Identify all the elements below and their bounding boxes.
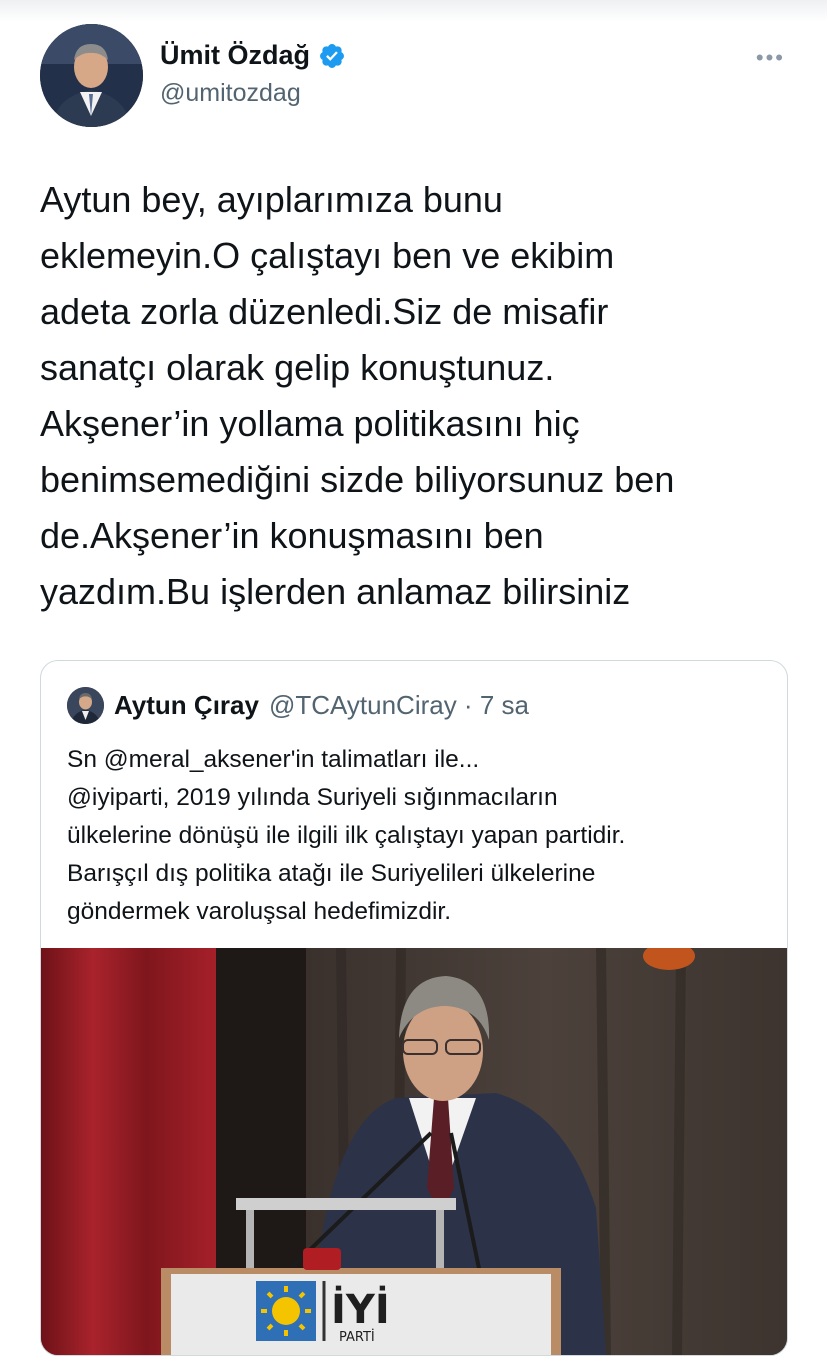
quoted-tweet-text: Sn @meral_aksener'in talimatları ile... … <box>67 741 767 931</box>
quoted-author-avatar[interactable] <box>67 687 104 724</box>
podium-logo-subtext: PARTİ <box>339 1329 375 1345</box>
tweet-line: Akşener’in yollama politikasını hiç <box>40 403 580 444</box>
quoted-tweet-header: Aytun Çıray @TCAytunCiray · 7 sa <box>67 687 529 724</box>
author-name[interactable]: Ümit Özdağ <box>160 40 310 71</box>
tweet-line: yazdım.Bu işlerden anlamaz bilirsiniz <box>40 571 631 612</box>
tweet-line: de.Akşener’in konuşmasını ben <box>40 515 544 556</box>
author-avatar[interactable] <box>40 24 143 127</box>
quoted-line: @iyiparti, 2019 yılında Suriyeli sığınma… <box>67 784 558 811</box>
more-options-icon[interactable]: ••• <box>756 45 785 71</box>
author-handle[interactable]: @umitozdag <box>160 79 346 108</box>
tweet-line: eklemeyin.O çalıştayı ben ve ekibim <box>40 235 615 276</box>
quoted-media-image[interactable]: İYİ PARTİ <box>41 942 787 1355</box>
quoted-tweet-card[interactable]: Aytun Çıray @TCAytunCiray · 7 sa Sn @mer… <box>40 660 788 1356</box>
quoted-line: Barışçıl dış politika atağı ile Suriyeli… <box>67 860 596 887</box>
podium-logo-text: İYİ <box>331 1285 390 1333</box>
tweet-text: Aytun bey, ayıplarımıza bunu eklemeyin.O… <box>40 172 800 620</box>
top-edge <box>0 0 827 22</box>
quoted-author-name[interactable]: Aytun Çıray <box>114 690 259 721</box>
quoted-author-handle-time[interactable]: @TCAytunCiray · 7 sa <box>269 690 529 721</box>
tweet-line: sanatçı olarak gelip konuştunuz. <box>40 347 555 388</box>
quoted-line: Sn @meral_aksener'in talimatları ile... <box>67 746 480 773</box>
quoted-line: göndermek varoluşsal hedefimizdir. <box>67 898 452 925</box>
quoted-line: ülkelerine dönüşü ile ilgili ilk çalışta… <box>67 822 626 849</box>
verified-badge-icon <box>320 43 344 68</box>
tweet-line: Aytun bey, ayıplarımıza bunu <box>40 179 503 220</box>
author-block: Ümit Özdağ @umitozdag <box>160 40 346 108</box>
tweet-line: benimsemediğini sizde biliyorsunuz ben <box>40 459 675 500</box>
tweet-line: adeta zorla düzenledi.Siz de misafir <box>40 291 609 332</box>
